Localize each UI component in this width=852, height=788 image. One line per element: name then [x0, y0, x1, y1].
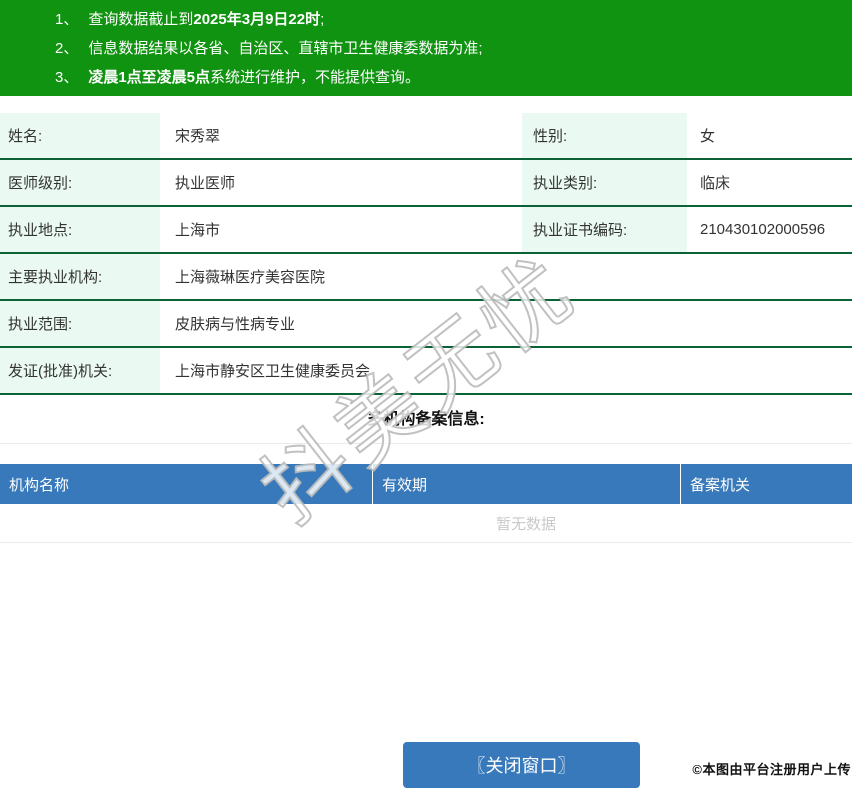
field-label-practice-scope: 执业范围: [0, 301, 160, 346]
field-value-main-institution: 上海薇琳医疗美容医院 [175, 269, 326, 286]
field-value-gender: 女 [700, 128, 716, 145]
upload-copyright-stamp: ©本图由平台注册用户上传 [692, 762, 851, 777]
field-label-practice-location: 执业地点: [0, 207, 160, 252]
notice-text: 查询数据截止到 [88, 11, 194, 28]
field-label-gender: 性别: [522, 113, 687, 158]
table-row: 执业范围: 皮肤病与性病专业 [0, 301, 852, 348]
field-label-name: 姓名: [0, 113, 160, 158]
field-value-practice-category: 临床 [700, 175, 731, 192]
notice-index: 3、 [55, 69, 79, 86]
column-header-record-authority: 备案机关 [680, 464, 852, 504]
field-value-doctor-level: 执业医师 [175, 175, 236, 192]
column-header-institution-name: 机构名称 [9, 476, 70, 494]
notice-text: 系统进行维护，不能提供查询。 [210, 69, 421, 86]
notice-text-bold: 2025年3月9日22时 [193, 11, 321, 28]
no-data-text: 暂无数据 [495, 515, 556, 533]
notice-text: 信息数据结果以各省、自治区、直辖市卫生健康委数据为准; [88, 40, 483, 57]
close-window-button[interactable]: 〖关闭窗口〗 [403, 742, 640, 788]
table-row: 发证(批准)机关: 上海市静安区卫生健康委员会 [0, 348, 852, 395]
field-value-issuing-authority: 上海市静安区卫生健康委员会 [175, 363, 371, 380]
records-header-row: 机构名称 有效期 备案机关 [0, 464, 852, 504]
notice-line-3: 3、 凌晨1点至凌晨5点系统进行维护，不能提供查询。 [0, 63, 852, 92]
field-label-doctor-level: 医师级别: [0, 160, 160, 205]
field-label-certificate-number: 执业证书编码: [522, 207, 687, 252]
notice-banner: 1、 查询数据截止到2025年3月9日22时; 2、 信息数据结果以各省、自治区、直… [0, 0, 852, 96]
table-row: 主要执业机构: 上海薇琳医疗美容医院 [0, 254, 852, 301]
notice-index: 2、 [55, 40, 79, 57]
notice-index: 1、 [55, 11, 79, 28]
column-header-valid-period: 有效期 [372, 464, 680, 504]
field-value-name: 宋秀翠 [175, 128, 221, 145]
field-value-practice-scope: 皮肤病与性病专业 [175, 316, 296, 333]
table-row: 医师级别: 执业医师 执业类别: 临床 [0, 160, 852, 207]
notice-text-bold: 凌晨1点至凌晨5点 [88, 69, 211, 86]
field-label-issuing-authority: 发证(批准)机关: [0, 348, 160, 393]
doctor-info-table: 姓名: 宋秀翠 性别: 女 医师级别: 执业医师 执业类别: 临床 执业地点: … [0, 113, 852, 395]
table-row: 执业地点: 上海市 执业证书编码: 210430102000596 [0, 207, 852, 254]
multi-org-records-table: 机构名称 有效期 备案机关 暂无数据 [0, 464, 852, 543]
notice-line-1: 1、 查询数据截止到2025年3月9日22时; [0, 5, 852, 34]
field-label-main-institution: 主要执业机构: [0, 254, 160, 299]
notice-text: ; [320, 11, 325, 28]
field-value-certificate-number: 210430102000596 [700, 221, 826, 238]
table-row: 姓名: 宋秀翠 性别: 女 [0, 113, 852, 160]
multi-org-section-heading: 多机构备案信息: [0, 395, 852, 444]
notice-line-2: 2、 信息数据结果以各省、自治区、直辖市卫生健康委数据为准; [0, 34, 852, 63]
field-label-practice-category: 执业类别: [522, 160, 687, 205]
field-value-practice-location: 上海市 [175, 222, 221, 239]
empty-data-row: 暂无数据 [0, 504, 852, 543]
